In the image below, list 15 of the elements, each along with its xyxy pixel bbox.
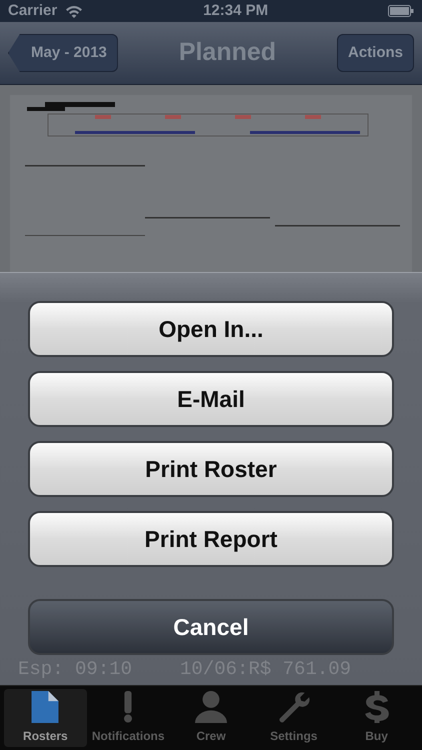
action-button[interactable]: Print Report: [28, 511, 394, 567]
battery-icon: [388, 5, 414, 17]
actions-button[interactable]: Actions: [336, 34, 414, 72]
cancel-button[interactable]: Cancel: [28, 599, 394, 655]
status-time: 12:34 PM: [203, 0, 268, 21]
carrier-label: Carrier: [8, 0, 58, 21]
back-button[interactable]: May - 2013: [8, 34, 118, 72]
nav-title: Planned: [178, 37, 276, 68]
document-icon: [29, 691, 62, 723]
action-button[interactable]: Open In...: [28, 301, 394, 357]
action-button[interactable]: Print Roster: [28, 441, 394, 497]
exclamation-icon: [122, 691, 134, 723]
tab-item[interactable]: Rosters: [4, 689, 87, 747]
action-button[interactable]: E-Mail: [28, 371, 394, 427]
wifi-icon: [65, 4, 84, 18]
